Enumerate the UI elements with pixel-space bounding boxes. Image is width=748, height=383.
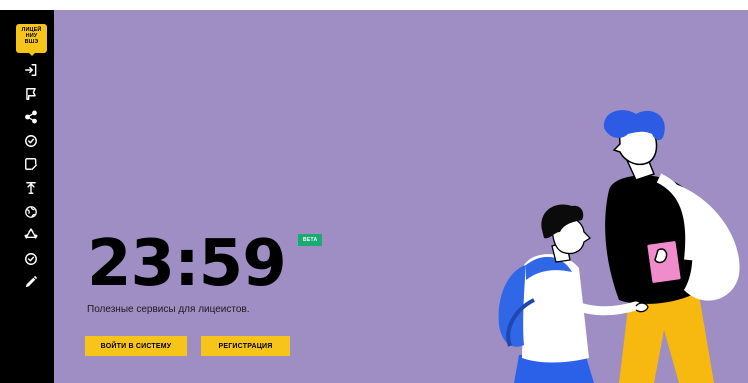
login-button[interactable]: ВОЙТИ В СИСТЕМУ [85,336,187,356]
logo-tail [28,52,36,56]
sidebar-item-recycle[interactable] [22,226,40,244]
upload-icon [26,182,36,194]
pencil-icon [25,276,38,288]
hero-section: 23:59 BETA Полезные сервисы для лицеисто… [54,10,748,383]
sidebar-item-flag[interactable] [22,85,40,103]
recycle-icon [24,228,38,239]
students-illustration [498,110,740,383]
sidebar-item-share[interactable] [22,108,40,126]
app-window: ЛИЦЕЙ НИУ ВШЭ 23:59 BETA Полезные сервис… [0,10,748,383]
edit-note-icon [25,158,37,171]
sidebar-item-notes[interactable] [22,155,40,173]
lyceum-logo[interactable]: ЛИЦЕЙ НИУ ВШЭ [16,24,47,53]
sidebar: ЛИЦЕЙ НИУ ВШЭ [0,10,54,383]
sidebar-item-edit[interactable] [22,273,40,291]
sidebar-nav [22,61,42,297]
beta-badge: BETA [298,234,323,246]
clock-display: 23:59 [87,227,287,301]
flag-icon [26,87,36,100]
sidebar-item-tasks[interactable] [22,132,40,150]
sidebar-item-login[interactable] [22,61,40,79]
register-button[interactable]: РЕГИСТРАЦИЯ [201,336,290,356]
hero-subtitle: Полезные сервисы для лицеистов. [87,304,250,315]
share-icon [25,110,37,124]
check-circle-icon [25,252,37,265]
login-icon [25,64,37,76]
sidebar-item-done[interactable] [22,250,40,268]
sidebar-item-upload[interactable] [22,179,40,197]
logo-line-3: ВШЭ [24,39,39,46]
check-circle-icon [25,134,37,147]
globe-icon [25,205,37,218]
sidebar-item-globe[interactable] [22,203,40,221]
